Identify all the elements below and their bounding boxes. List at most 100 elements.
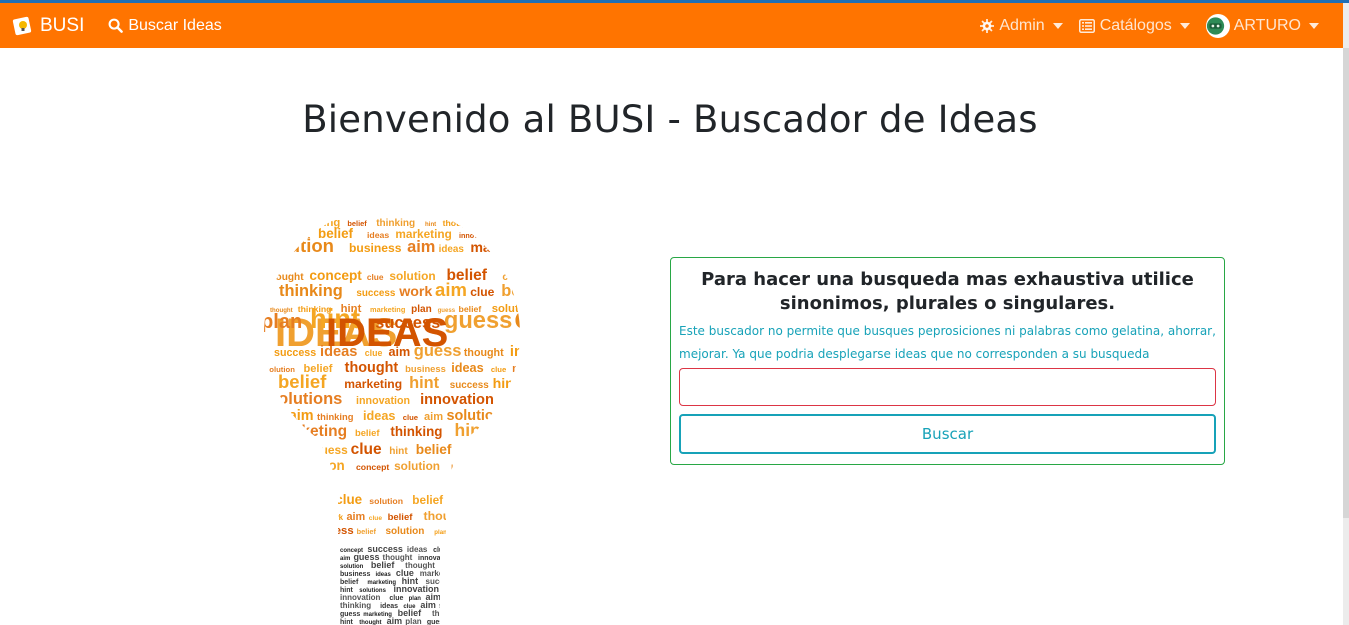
wordcloud-word: thought xyxy=(464,347,504,359)
wordcloud-word: guess xyxy=(313,443,348,457)
wordcloud-word: belief xyxy=(278,371,327,392)
wordcloud-word: aim xyxy=(487,462,505,473)
wordcloud-base-word: hint xyxy=(340,619,353,625)
catalogos-dropdown[interactable]: Catálogos xyxy=(1078,17,1190,35)
wordcloud-word: thinking xyxy=(390,424,442,439)
wordcloud-word: guess xyxy=(444,308,512,334)
wordcloud-word: hint xyxy=(493,376,519,392)
wordcloud-word: thinking xyxy=(317,411,354,422)
wordcloud-word: guess xyxy=(524,218,530,229)
wordcloud-word: success xyxy=(272,509,321,523)
wordcloud-word: clue xyxy=(351,441,382,458)
wordcloud-word: clue xyxy=(367,272,384,282)
search-icon xyxy=(108,18,124,33)
wordcloud-base-word: belief xyxy=(371,560,396,570)
wordcloud-word: concept xyxy=(503,230,530,241)
wordcloud-word: marketing xyxy=(344,377,402,391)
wordcloud-base-word: guess xyxy=(340,611,360,618)
wordcloud-word: ideas xyxy=(451,361,483,375)
wordcloud-word: business xyxy=(349,241,402,255)
chevron-down-icon xyxy=(1179,22,1190,29)
wordcloud-word: clue xyxy=(506,396,524,406)
wordcloud-word: thought xyxy=(259,497,286,506)
nav-buscar-ideas-label: Buscar Ideas xyxy=(128,16,222,34)
brand-link[interactable]: BUSI xyxy=(12,15,84,37)
wordcloud-word: success xyxy=(450,380,489,391)
wordcloud-base-word: thought xyxy=(359,620,381,625)
wordcloud-word: marketing xyxy=(268,477,319,489)
wordcloud-word: belief xyxy=(416,442,452,457)
wordcloud-word: innovation xyxy=(420,392,494,408)
wordcloud-base-word: solution xyxy=(340,564,364,570)
wordcloud-word: success xyxy=(356,288,395,299)
wordcloud-word: marketing xyxy=(273,423,347,440)
chevron-down-icon xyxy=(1309,22,1319,29)
wordcloud-word: clue xyxy=(271,231,285,240)
wordcloud-word: solution xyxy=(389,269,435,283)
search-panel-heading: Para hacer una busqueda mas exhaustiva u… xyxy=(701,269,1194,314)
wordcloud-base-word: ideas xyxy=(380,603,398,610)
buscar-button[interactable]: Buscar xyxy=(679,414,1216,454)
wordcloud-word: guess xyxy=(321,525,354,537)
wordcloud-word: business xyxy=(405,363,446,374)
search-input[interactable] xyxy=(679,368,1216,406)
wordcloud-word: hint xyxy=(516,511,530,523)
wordcloud-word: clue xyxy=(403,413,419,422)
wordcloud-word: concept xyxy=(356,462,389,472)
wordcloud-word: innovation xyxy=(459,231,495,240)
wordcloud-word: belief xyxy=(355,427,380,438)
wordcloud-base-word: ideas xyxy=(375,572,391,578)
wordcloud-word: solution xyxy=(385,526,424,537)
wordcloud-word: concept xyxy=(291,496,331,507)
wordcloud-word: hint xyxy=(452,526,468,536)
wordcloud-word: marketing xyxy=(493,443,530,457)
wordcloud-base-word: guess xyxy=(427,619,447,625)
admin-dropdown[interactable]: Admin xyxy=(980,16,1063,35)
list-alt-icon xyxy=(1078,18,1095,33)
gear-icon xyxy=(980,18,995,33)
wordcloud-word: plan xyxy=(297,526,315,536)
search-panel: Para hacer una busqueda mas exhaustiva u… xyxy=(670,257,1225,465)
wordcloud-word: ideas xyxy=(439,244,465,255)
wordcloud-word: aim xyxy=(289,408,314,424)
lightbulb-note-icon xyxy=(12,16,32,35)
page-title: Bienvenido al BUSI - Buscador de Ideas xyxy=(302,98,1038,141)
wordcloud-base-word: marketing xyxy=(367,580,396,586)
avatar-image-icon xyxy=(1206,16,1224,35)
wordcloud-word: hint xyxy=(409,374,440,392)
wordcloud-word: guess xyxy=(515,411,530,422)
wordcloud-word: solution xyxy=(394,459,440,473)
wordcloud-word: ideas xyxy=(363,409,395,423)
wordcloud-word: clue xyxy=(470,285,494,299)
wordcloud-word: belief xyxy=(501,282,530,300)
user-dropdown[interactable]: ARTURO xyxy=(1205,13,1319,38)
wordcloud-word: IDEAS xyxy=(326,311,448,355)
wordcloud-base-word: aim xyxy=(387,616,403,625)
wordcloud-word: success xyxy=(475,525,520,537)
search-help-text: Este buscador no permite que busques pep… xyxy=(679,324,1216,361)
wordcloud-word: ideas xyxy=(367,230,389,240)
wordcloud-word: plan xyxy=(260,411,283,423)
wordcloud-base-word: clue xyxy=(389,595,403,602)
nav-buscar-ideas[interactable]: Buscar Ideas xyxy=(108,16,222,35)
ideas-lightbulb-image: guess marketing belief thinking hint thought a… xyxy=(259,217,530,625)
wordcloud-word: hint xyxy=(389,446,408,457)
scrollbar-thumb[interactable] xyxy=(1343,48,1349,518)
wordcloud-word: work xyxy=(398,284,432,300)
wordcloud-base-word: thinking xyxy=(432,609,463,618)
wordcloud-word: thinking xyxy=(279,282,343,300)
wordcloud-word: marketing xyxy=(263,529,292,536)
brand-name: BUSI xyxy=(40,14,85,36)
wordcloud-word: thought xyxy=(423,509,469,523)
wordcloud-word: hint xyxy=(455,420,487,440)
wordcloud-base-word: aim xyxy=(340,556,350,562)
chevron-down-icon xyxy=(1052,22,1063,29)
admin-label: Admin xyxy=(999,16,1045,34)
wordcloud-word: plan xyxy=(434,529,447,536)
wordcloud-word: belief xyxy=(412,493,443,507)
wordcloud-word: belief xyxy=(388,512,414,523)
wordcloud-base-word: belief xyxy=(340,579,359,586)
nav-right: Admin Catálogos ARTURO xyxy=(964,13,1319,38)
user-label: ARTURO xyxy=(1233,16,1301,34)
wordcloud-base-word: business xyxy=(340,571,370,578)
